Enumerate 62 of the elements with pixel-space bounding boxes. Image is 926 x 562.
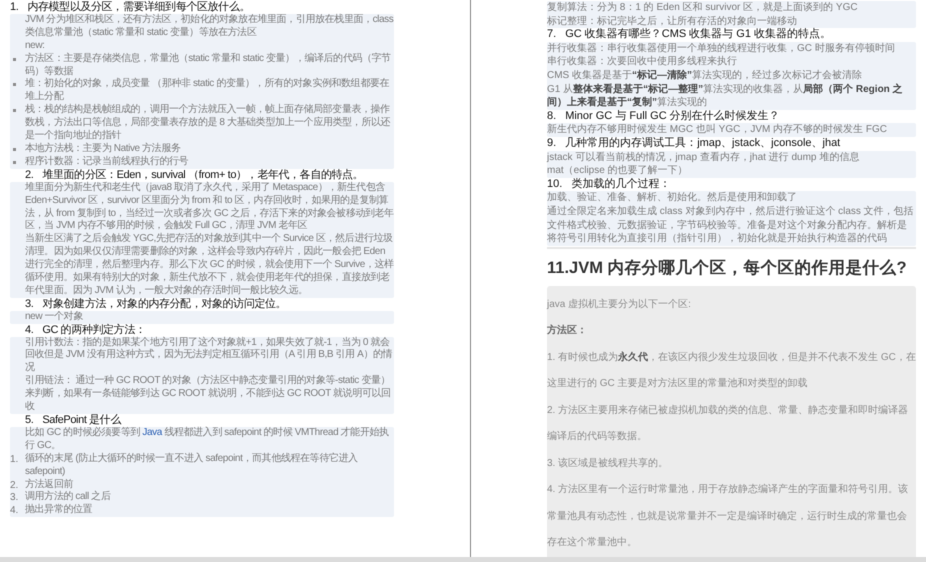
section-heading: SafePoint 是什么 [42, 414, 121, 426]
paragraph: 引用计数法：指的是如果某个地方引用了这个对象就+1，如果失效了就-1，当为 0 就会回收但是 JVM 没有用这种方式，因为无法判定相互循环引用（A 引用 B,B 引用 A）的情况 [25, 336, 394, 374]
section-heading: Minor GC 与 Full GC 分别在什么时候发生？ [565, 110, 780, 124]
java-link[interactable]: Java [142, 426, 162, 438]
paragraph: 串行收集器：次要回收中使用多线程来执行 [547, 55, 738, 69]
paragraph: new 一个对象 [25, 310, 84, 324]
subheading: 方法区： [547, 323, 588, 338]
bullet-icon [13, 58, 16, 61]
heading-number: 9. [547, 136, 556, 151]
paragraph: 通过全限定名来加载生成 class 对象到内存中，然后进行验证这个 class 文件，包括文件格式校验、元数据验证，字节码校验等。准备是对这个对象分配内存。解析是将符号引用转化为直接引用（指针引用），初始化就是开始执行构造器的代码 [547, 204, 915, 246]
list-item: 抛出异常的位置 [25, 504, 92, 518]
section-heading: GC 的两种判定方法： [42, 324, 146, 336]
list-number: 3. [10, 491, 18, 506]
section-heading: 类加载的几个过程： [571, 178, 670, 192]
paragraph: 新生代内存不够用时候发生 MGC 也叫 YGC，JVM 内存不够的时候发生 FGC [547, 123, 888, 137]
heading-number: 8. [547, 110, 556, 124]
heading-number: 7. [547, 28, 556, 42]
bullet-icon [13, 109, 16, 112]
paragraph: CMS 收集器是基于“标记—清除”算法实现的，经过多次标记才会被清除 [547, 68, 863, 83]
paragraph: 1. 有时候也成为永久代，在该区内很少发生垃圾回收，但是并不代表不发生 GC，在这里进行的 GC 主要是对方法区里的常量池和对类型的卸载 [547, 350, 916, 392]
section-heading: 堆里面的分区：Eden，survival （from+ to），老年代，各自的特点。 [42, 168, 364, 182]
paragraph: 加载、验证、准备、解析、初始化。然后是使用和卸载了 [547, 191, 798, 205]
list-number: 2. [10, 478, 18, 492]
list-item: 调用方法的 call 之后 [25, 491, 110, 504]
heading-number: 3. [25, 298, 34, 311]
list-item: 本地方法栈：主要为 Native 方法服务 [25, 142, 181, 156]
bullet-icon [13, 148, 16, 151]
section-heading: 几种常用的内存调试工具：jmap、jstack、jconsole、jhat [565, 136, 840, 151]
list-item: 程序计数器：记录当前线程执行的行号 [25, 156, 188, 169]
heading-number: 4. [25, 324, 34, 337]
list-item: 堆：初始化的对象，成员变量 （那种非 static 的变量），所有的对象实例和数组都要在堆上分配 [25, 78, 390, 104]
paragraph: java 虚拟机主要分为以下一个区: [547, 298, 692, 312]
list-item: 循环的末尾 (防止大循环的时候一直不进入 safepoint，而其他线程在等待它进入 safepoint) [25, 452, 359, 478]
paragraph: 3. 该区域是被线程共享的。 [547, 456, 670, 471]
section-heading: 对象创建方法，对象的内存分配，对象的访问定位。 [42, 298, 286, 310]
paragraph: 堆里面分为新生代和老生代（java8 取消了永久代，采用了 Metaspace），新生代包含 Eden+Survivor 区，survivor 区里面分为 from 和 to 区，内存回收时，如果用的是复制算法，从 from 复制到 to，当经过一次或者多次 GC 之后，存活下来的对象会被移动到老年区，当 JVM 内存不够用的时候，会触发 Full GC，清理 JVM 老年区 [25, 182, 394, 232]
paragraph: 引用链法： 通过一种 GC ROOT 的对象（方法区中静态变量引用的对象等-static 变量）来判断，如果有一条链能够到达 GC ROOT 就说明，不能到达 GC ROOT 就说明可以回收 [25, 375, 392, 414]
list-item: 栈：栈的结构是栈帧组成的，调用一个方法就压入一帧，帧上面存储局部变量表，操作数栈，方法出口等信息，局部变量表存放的是 8 大基础类型加上一个应用类型，所以还是一个指向地址的指针 [25, 104, 392, 142]
heading-number: 2. [25, 168, 34, 182]
list-number: 4. [10, 504, 18, 518]
list-item: 方法区：主要是存储类信息，常量池（static 常量和 static 变量），编译后的代码（字节码）等数据 [25, 52, 392, 78]
paragraph: mat（eclipse 的也要了解一下） [547, 164, 689, 178]
list-item: 方法返回前 [25, 478, 74, 490]
paragraph: 并行收集器：串行收集器使用一个单独的线程进行收集，GC 时服务有停顿时间 [547, 42, 896, 56]
list-number: 1. [10, 452, 18, 466]
paragraph: 比如 GC 的时候必须要等到 Java 线程都进入到 safepoint 的时候 VMThread 才能开始执行 GC。 [25, 426, 390, 452]
paragraph: 4. 方法区里有一个运行时常量池，用于存放静态编译产生的字面量和符号引用。该常量池具有动态性，也就是说常量并不一定是编译时确定，运行时生成的常量也会存在这个常量池中。 [547, 482, 910, 550]
heading-number: 1. [10, 1, 18, 14]
paragraph: 标记整理：标记完毕之后，让所有存活的对象向一端移动 [547, 14, 798, 28]
paragraph: jstack 可以看当前栈的情况，jmap 查看内存，jhat 进行 dump 堆的信息 [547, 150, 860, 164]
paragraph: 复制算法：分为 8：1 的 Eden 区和 survivor 区，就是上面谈到的 YGC [547, 1, 859, 15]
paragraph: 当新生区满了之后会触发 YGC,先把存活的对象放到其中一个 Survice 区，然后进行垃圾清理。因为如果仅仅清理需要删除的对象，这样会导致内存碎片，因此一般会把 Eden 进行完全的清理，然后整理内存。那么下次 GC 的时候，就会使用下一个 Survive，这样循环使用。如果有特别大的对象，新生代放不下，就会使用老年代的担保，直接放到老年代里面。因为 JVM 认为，一般大对象的存活时间一般比较久远。 [25, 233, 394, 298]
paragraph: G1 从整体来看是基于“标记—整理”算法实现的收集器，从局部（两个 Region 之间）上来看是基于“复制”算法实现的 [547, 82, 904, 110]
bullet-icon [13, 160, 16, 164]
paragraph: 2. 方法区主要用来存储已被虚拟机加载的类的信息、常量、静态变量和即时编译器编译后的代码等数据。 [547, 404, 910, 444]
heading-number: 5. [25, 414, 34, 426]
heading-number: 10. [547, 178, 562, 192]
section-heading: GC 收集器有哪些？CMS 收集器与 G1 收集器的特点。 [565, 28, 832, 42]
paragraph: new: [25, 40, 46, 52]
section-heading: 内存模型以及分区，需要详细到每个区放什么。 [27, 1, 250, 14]
bullet-icon [13, 83, 16, 86]
article-heading: 11.JVM 内存分哪几个区，每个区的作用是什么? [547, 258, 908, 279]
